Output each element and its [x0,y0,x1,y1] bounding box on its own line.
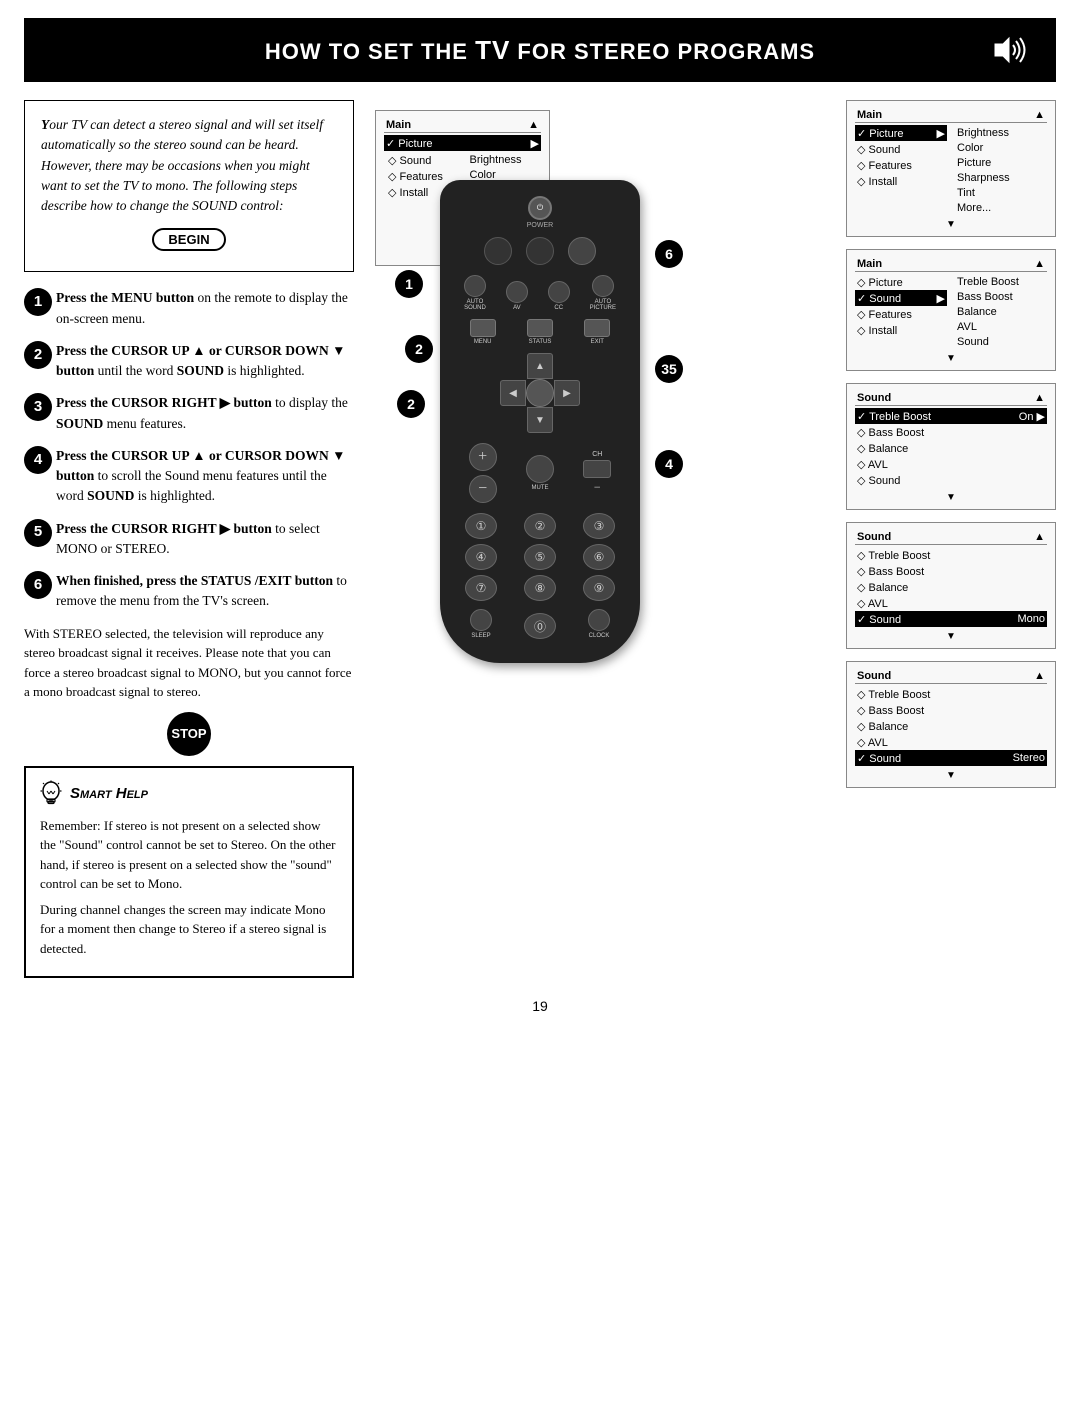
btn-2[interactable]: ② [524,513,556,539]
step-4: 4 Press the CURSOR UP ▲ or CURSOR DOWN ▼… [24,446,354,507]
step-4-num: 4 [24,446,52,474]
smart-help-title: Smart Help [70,785,148,802]
step-2: 2 Press the CURSOR UP ▲ or CURSOR DOWN ▼… [24,341,354,382]
stop-badge: STOP [24,712,354,756]
smart-help-text1: Remember: If stereo is not present on a … [40,816,338,894]
bulb-icon [40,780,62,808]
btn-9[interactable]: ⑨ [583,575,615,601]
circle-btn-2[interactable] [526,237,554,265]
center-panel: Main▲ ✓ Picture▶ ◇ Sound ◇ Features ◇ In… [370,100,830,800]
mute-btn[interactable] [526,455,554,483]
menu-box-sound-selected: Main▲ ◇ Picture ✓ Sound▶ ◇ Features ◇ In… [846,249,1056,371]
av-btn[interactable]: AV [506,281,528,311]
step-3-num: 3 [24,393,52,421]
dpad-center[interactable] [526,379,554,407]
step-2-num: 2 [24,341,52,369]
begin-badge: BEGIN [152,228,225,251]
smart-help-header: Smart Help [40,780,338,808]
step-3: 3 Press the CURSOR RIGHT ▶ button to dis… [24,393,354,434]
right-panel: Main▲ ✓ Picture▶ ◇ Sound ◇ Features ◇ In… [846,100,1056,788]
btn-1[interactable]: ① [465,513,497,539]
exit-btn[interactable]: EXIT [584,319,610,345]
intro-box: Your TV can detect a stereo signal and w… [24,100,354,272]
clock-btn[interactable]: CLOCK [588,609,610,639]
page-title: How to Set the TV for Stereo Programs [94,35,986,66]
mute-label: MUTE [526,485,554,491]
vol-plus-btn[interactable]: + [469,443,497,471]
left-panel: Your TV can detect a stereo signal and w… [24,100,354,978]
step-6-num: 6 [24,571,52,599]
page-header: How to Set the TV for Stereo Programs [24,18,1056,82]
callout-4: 4 [655,450,683,478]
btn-8[interactable]: ⑧ [524,575,556,601]
btn-5[interactable]: ⑤ [524,544,556,570]
btn-3[interactable]: ③ [583,513,615,539]
callout-3-5: 35 [655,355,683,383]
menu-box-treble-boost: Sound▲ ✓ Treble BoostOn ▶ ◇ Bass Boost ◇… [846,383,1056,510]
step-5-num: 5 [24,519,52,547]
smart-help-text2: During channel changes the screen may in… [40,900,338,959]
auto-picture-btn[interactable]: AUTOPICTURE [590,275,616,311]
menu-box-sound-stereo: Sound▲ ◇ Treble Boost ◇ Bass Boost ◇ Bal… [846,661,1056,788]
smart-help-box: Smart Help Remember: If stereo is not pr… [24,766,354,979]
btn-0[interactable]: ⓪ [524,613,556,639]
step-6: 6 When finished, press the STATUS /EXIT … [24,571,354,612]
auto-sound-btn[interactable]: AUTOSOUND [464,275,486,311]
btn-4[interactable]: ④ [465,544,497,570]
ch-minus-indicator: − [594,480,601,495]
cc-btn[interactable]: CC [548,281,570,311]
intro-text: Your TV can detect a stereo signal and w… [41,115,337,216]
btn-6[interactable]: ⑥ [583,544,615,570]
circle-btn-3[interactable] [568,237,596,265]
vol-minus-btn[interactable]: − [469,475,497,503]
dpad-down[interactable]: ▼ [527,407,553,433]
stereo-description: With STEREO selected, the television wil… [24,624,354,702]
menu-btn[interactable]: MENU [470,319,496,345]
dpad-up[interactable]: ▲ [527,353,553,379]
callout-2b: 2 [397,390,425,418]
stop-icon: STOP [167,712,211,756]
callout-1: 1 [395,270,423,298]
sleep-btn[interactable]: SLEEP [470,609,492,639]
menu-box-sound-mono: Sound▲ ◇ Treble Boost ◇ Bass Boost ◇ Bal… [846,522,1056,649]
step-1-num: 1 [24,288,52,316]
power-button[interactable]: ⏻ [528,196,552,220]
callout-6: 6 [655,240,683,268]
ch-up-btn[interactable] [583,460,611,478]
power-label: POWER [454,222,626,229]
step-5: 5 Press the CURSOR RIGHT ▶ button to sel… [24,519,354,560]
dpad-left[interactable]: ◀ [500,380,526,406]
circle-btn-1[interactable] [484,237,512,265]
steps-container: 1 Press the MENU button on the remote to… [24,288,354,611]
btn-7[interactable]: ⑦ [465,575,497,601]
remote-control: 1 2 2 4 6 35 ⏻ POWER [435,180,645,663]
menu-box-main: Main▲ ✓ Picture▶ ◇ Sound ◇ Features ◇ In… [846,100,1056,237]
dpad-right[interactable]: ▶ [554,380,580,406]
callout-2a: 2 [405,335,433,363]
page-number: 19 [0,998,1080,1014]
status-btn[interactable]: STATUS [527,319,553,345]
sound-icon [986,30,1036,70]
ch-label: CH [592,451,602,458]
step-1: 1 Press the MENU button on the remote to… [24,288,354,329]
